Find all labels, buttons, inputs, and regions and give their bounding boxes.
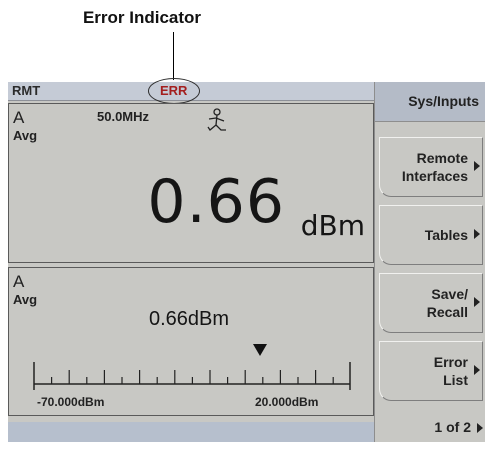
next-page-arrow-icon [477,423,483,433]
save-recall-softkey[interactable]: Save/ Recall [379,273,483,333]
callout-leader-line [173,32,174,80]
submenu-arrow-icon [474,365,480,375]
remote-interfaces-softkey[interactable]: Remote Interfaces [379,137,483,197]
error-indicator-callout: Error Indicator [82,8,202,27]
menu-title: Sys/Inputs [375,82,485,122]
tables-softkey[interactable]: Tables [379,205,483,265]
error-list-softkey[interactable]: Error List [379,341,483,401]
softkey-label: Save/ [431,286,468,302]
running-man-icon [207,108,226,131]
submenu-arrow-icon [474,229,480,239]
frequency-readout: 50.0MHz [97,109,150,124]
page-indicator-softkey[interactable]: 1 of 2 [375,412,485,442]
page-indicator: 1 of 2 [434,419,471,435]
scale-max-label: 20.000dBm [255,395,319,409]
softkey-label: List [443,372,468,388]
status-bar-bottom [8,422,374,442]
primary-measurement-unit: dBm [300,209,365,242]
upper-measurement-window[interactable]: A Avg 50.0MHz 0.66 dBm [8,103,378,263]
secondary-measurement-readout: 0.66dBm [149,308,230,330]
upper-channel-label: A [13,108,25,127]
softkey-label: Tables [424,227,468,243]
lower-measurement-window[interactable]: A Avg 0.66dBm -70.000dBm 20.000dBm [8,267,374,416]
submenu-arrow-icon [474,297,480,307]
lower-avg-label: Avg [13,292,38,307]
upper-avg-label: Avg [13,128,38,143]
lower-channel-label: A [13,272,25,291]
submenu-arrow-icon [474,161,480,171]
instrument-display: RMT ERR A Avg 50.0MHz 0.66 dBm A Avg 0.6… [8,78,485,442]
softkey-label: Remote [416,150,468,166]
softkey-label: Error [433,354,468,370]
softkey-label: Recall [426,304,468,320]
scale-min-label: -70.000dBm [37,395,105,409]
softkey-label: Interfaces [401,168,468,184]
softkey-panel: Sys/Inputs Remote Interfaces Tables Save… [374,82,485,442]
remote-status: RMT [12,83,41,98]
primary-measurement-value: 0.66 [147,167,285,237]
error-highlight-ring [148,78,200,104]
analog-scale-meter [33,362,351,390]
